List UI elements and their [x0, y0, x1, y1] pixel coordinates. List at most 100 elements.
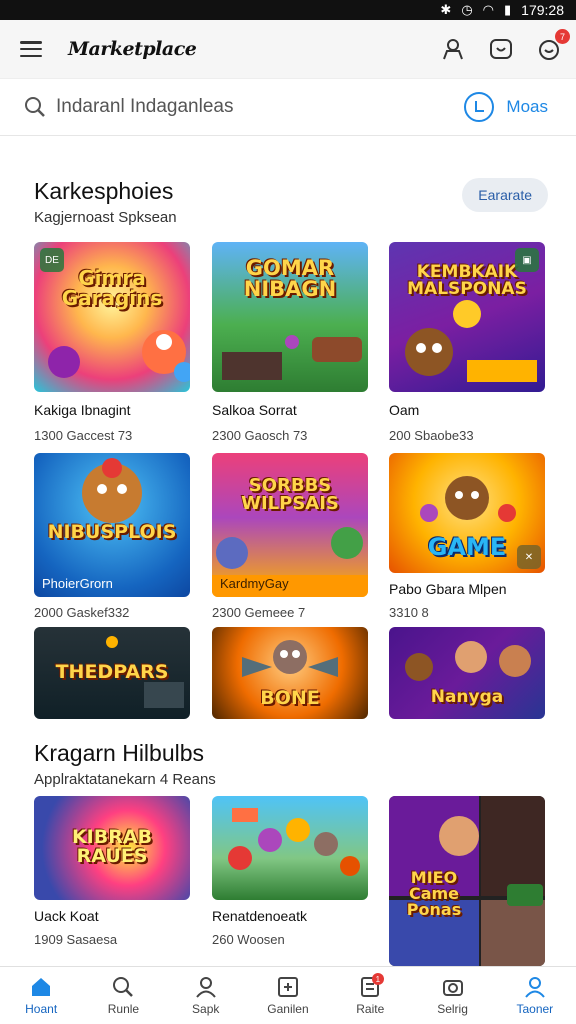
game-card[interactable]: NIBUSPLOIS PhoierGrorn 2000 Gaskef332	[34, 453, 190, 620]
game-card[interactable]: GAME ✕ Pabo Gbara Mlpen 3310 8	[389, 453, 545, 620]
card-title: Oam	[389, 402, 420, 418]
card-meta: 2300 Gemeee 7	[212, 605, 306, 620]
card-title: Salkoa Sorrat	[212, 402, 297, 418]
account-icon[interactable]	[440, 36, 466, 62]
profile-icon	[525, 976, 545, 998]
card-title: Uack Koat	[34, 908, 99, 924]
game-art-title: GOMAR NIBAGN	[243, 256, 337, 301]
search-icon	[113, 976, 134, 997]
app-bar: Marketplace 7	[0, 20, 576, 78]
game-thumbnail: GOMAR NIBAGN	[212, 242, 368, 392]
section-title: Kragarn Hilbulbs	[34, 740, 205, 766]
tag-icon: DE	[40, 248, 64, 272]
user-icon	[195, 976, 216, 998]
game-card[interactable]: KIBRAB RAUES Uack Koat 1909 Sasaesa	[34, 796, 190, 947]
search-input[interactable]: Indaranl Indaganleas	[56, 96, 464, 118]
wifi-icon: ◠	[482, 2, 495, 17]
game-thumbnail: GAME ✕	[389, 453, 545, 573]
card-meta: 1300 Gaccest 73	[34, 428, 133, 443]
nav-home[interactable]: Hoant	[0, 967, 82, 1024]
card-meta: 3310 8	[389, 605, 429, 620]
card-meta: 2000 Gaskef332	[34, 605, 130, 620]
section-subtitle: Kagjernoast Spksean	[34, 209, 177, 226]
game-card[interactable]: THEDPARS	[34, 627, 190, 719]
nav-search[interactable]: Runle	[82, 967, 164, 1024]
section-header-featured: Karkesphoies Kagjernoast Spksean Eararat…	[34, 178, 548, 226]
nav-profile[interactable]: Taoner	[494, 967, 576, 1024]
bluetooth-icon: ✱	[440, 2, 452, 17]
card-meta: 1909 Sasaesa	[34, 932, 118, 947]
notification-badge: 7	[555, 29, 570, 44]
game-thumbnail: BONE	[212, 627, 368, 719]
battery-icon: ▮	[504, 2, 512, 17]
nav-label: Ganilen	[267, 1001, 309, 1016]
game-thumbnail: KEMBKAIK MALSPONAS ▣	[389, 242, 545, 392]
see-all-button[interactable]: Eararate	[462, 178, 548, 212]
notifications-icon[interactable]: 7	[536, 29, 570, 62]
game-card[interactable]: Nanyga	[389, 627, 545, 719]
game-card[interactable]: Gimra Garagins DE Kakiga Ibnagint 1300 G…	[34, 242, 190, 443]
nav-user[interactable]: Sapk	[165, 967, 247, 1024]
clock-icon	[464, 92, 495, 122]
game-art-title: NIBUSPLOIS	[47, 521, 177, 543]
tag-icon: ▣	[515, 248, 539, 272]
card-meta: 2300 Gaosch 73	[212, 428, 308, 443]
game-art-title: KIBRAB RAUES	[71, 826, 153, 867]
nav-cart[interactable]: 1 Raite	[329, 967, 411, 1024]
game-thumbnail: KIBRAB RAUES	[34, 796, 190, 900]
bottom-nav: Hoant Runle Sapk Ganilen 1 Raite Selrig …	[0, 966, 576, 1024]
menu-icon[interactable]	[20, 41, 42, 57]
game-thumbnail: SORBBS WILPSAIS KardmyGay	[212, 453, 368, 597]
game-art-title: Nanyga	[430, 687, 504, 707]
nav-label: Selrig	[437, 1001, 468, 1016]
game-art-title: MIEO Came Ponas	[406, 868, 462, 919]
game-art-title: SORBBS WILPSAIS	[241, 475, 339, 514]
card-meta: 260 Woosen	[212, 932, 285, 947]
game-card[interactable]: GOMAR NIBAGN Salkoa Sorrat 2300 Gaosch 7…	[212, 242, 368, 443]
home-icon	[32, 977, 51, 996]
nav-label: Raite	[356, 1001, 385, 1016]
camera-icon	[442, 979, 463, 996]
card-title: Pabo Gbara Mlpen	[389, 581, 507, 597]
card-title: Kakiga Ibnagint	[34, 402, 131, 418]
search-icon	[25, 97, 45, 117]
nav-settings[interactable]: Selrig	[411, 967, 493, 1024]
game-art-title: BONE	[260, 687, 320, 709]
nav-badge: 1	[371, 973, 384, 985]
nav-label: Runle	[107, 1001, 140, 1016]
game-thumbnail: MIEO Came Ponas	[389, 796, 545, 966]
messages-icon[interactable]	[488, 36, 514, 62]
game-card[interactable]: KEMBKAIK MALSPONAS ▣ Oam 200 Sbaobe33	[389, 242, 545, 443]
games-icon	[277, 976, 298, 997]
game-thumbnail: NIBUSPLOIS PhoierGrorn	[34, 453, 190, 597]
game-thumbnail: Nanyga	[389, 627, 545, 719]
alarm-icon: ◷	[461, 2, 473, 17]
thumbnail-caption: PhoierGrorn	[42, 576, 113, 591]
game-art-title: THEDPARS	[55, 661, 169, 683]
more-button[interactable]: Moas	[464, 92, 548, 122]
more-label: Moas	[506, 97, 548, 116]
status-bar: ✱ ◷ ◠ ▮ 179:28	[0, 0, 576, 20]
nav-label: Taoner	[516, 1001, 554, 1016]
app-brand: Marketplace	[68, 38, 197, 60]
status-time: 179:28	[521, 2, 564, 18]
app-actions: 7	[440, 29, 570, 62]
game-card[interactable]: Renatdenoeatk 260 Woosen	[212, 796, 368, 947]
section-header-highlights: Kragarn Hilbulbs Applraktatanekarn 4 Rea…	[34, 740, 548, 788]
game-thumbnail	[212, 796, 368, 900]
nav-label: Hoant	[25, 1001, 58, 1016]
thumbnail-caption: KardmyGay	[220, 576, 289, 591]
card-meta: 200 Sbaobe33	[389, 428, 474, 443]
game-art-title: Gimra Garagins	[61, 266, 163, 310]
nav-label: Sapk	[192, 1001, 220, 1016]
game-card[interactable]: SORBBS WILPSAIS KardmyGay 2300 Gemeee 7	[212, 453, 368, 620]
nav-games[interactable]: Ganilen	[247, 967, 329, 1024]
game-card[interactable]: BONE	[212, 627, 368, 719]
game-card-collage[interactable]: MIEO Came Ponas	[389, 796, 545, 966]
tag-icon: ✕	[517, 545, 541, 569]
section-subtitle: Applraktatanekarn 4 Reans	[34, 771, 216, 788]
card-title: Renatdenoeatk	[212, 908, 307, 924]
game-thumbnail: THEDPARS	[34, 627, 190, 719]
game-thumbnail: Gimra Garagins DE	[34, 242, 190, 392]
search-bar[interactable]: Indaranl Indaganleas Moas	[0, 78, 576, 136]
